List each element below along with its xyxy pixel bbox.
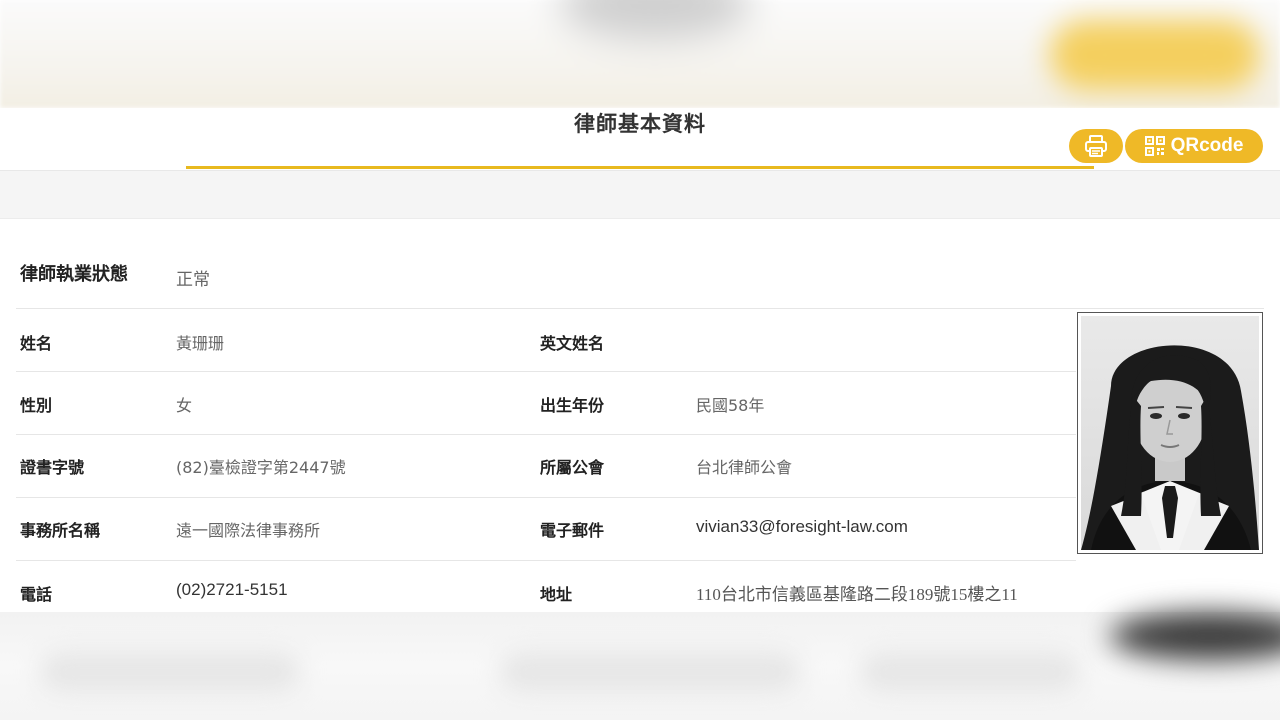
bar-association-label: 所屬公會 [540,458,605,477]
title-underline [186,166,1094,169]
gender-row: 性別 女 出生年份 民國58年 [16,372,1076,435]
license-label: 證書字號 [20,458,85,477]
qrcode-button-label: QRcode [1170,135,1244,156]
status-label: 律師執業狀態 [20,264,128,285]
name-value: 黃珊珊 [176,334,225,353]
printer-icon [1085,135,1107,157]
qrcode-icon [1144,136,1165,156]
english-name-label: 英文姓名 [540,334,605,353]
status-value: 正常 [176,270,210,290]
name-row: 姓名 黃珊珊 英文姓名 [16,309,1076,372]
gender-label: 性別 [20,396,53,415]
firm-value: 遠一國際法律事務所 [176,521,321,540]
gender-value: 女 [176,396,193,415]
firm-label: 事務所名稱 [20,521,101,540]
portrait-image [1081,316,1259,550]
email-label: 電子郵件 [540,521,605,540]
address-label: 地址 [540,585,573,604]
phone-row: 電話 (02)2721-5151 地址 110台北市信義區基隆路二段189號15… [16,561,1264,612]
blurred-bottom-band [0,612,1280,720]
bar-association-value: 台北律師公會 [696,458,793,477]
license-value: (82)臺檢證字第2447號 [176,458,346,477]
status-row: 律師執業狀態 正常 [16,219,1264,309]
page: 律師基本資料 QRcode 律師執業狀態 正常 姓名 黃珊珊 英文姓名 性別 女… [0,0,1280,720]
license-row: 證書字號 (82)臺檢證字第2447號 所屬公會 台北律師公會 [16,435,1076,498]
separator-band [0,171,1280,219]
address-value: 110台北市信義區基隆路二段189號15樓之11 [696,585,1018,604]
phone-value: (02)2721-5151 [176,580,288,599]
qrcode-button[interactable]: QRcode [1125,129,1263,163]
email-value[interactable]: vivian33@foresight-law.com [696,517,908,537]
phone-label: 電話 [20,585,53,604]
name-label: 姓名 [20,334,53,353]
lawyer-photo [1077,312,1263,554]
firm-row: 事務所名稱 遠一國際法律事務所 電子郵件 vivian33@foresight-… [16,498,1076,561]
print-button[interactable] [1069,129,1123,163]
blurred-top-band [0,0,1280,108]
birth-year-label: 出生年份 [540,396,605,415]
birth-year-value: 民國58年 [696,396,765,415]
